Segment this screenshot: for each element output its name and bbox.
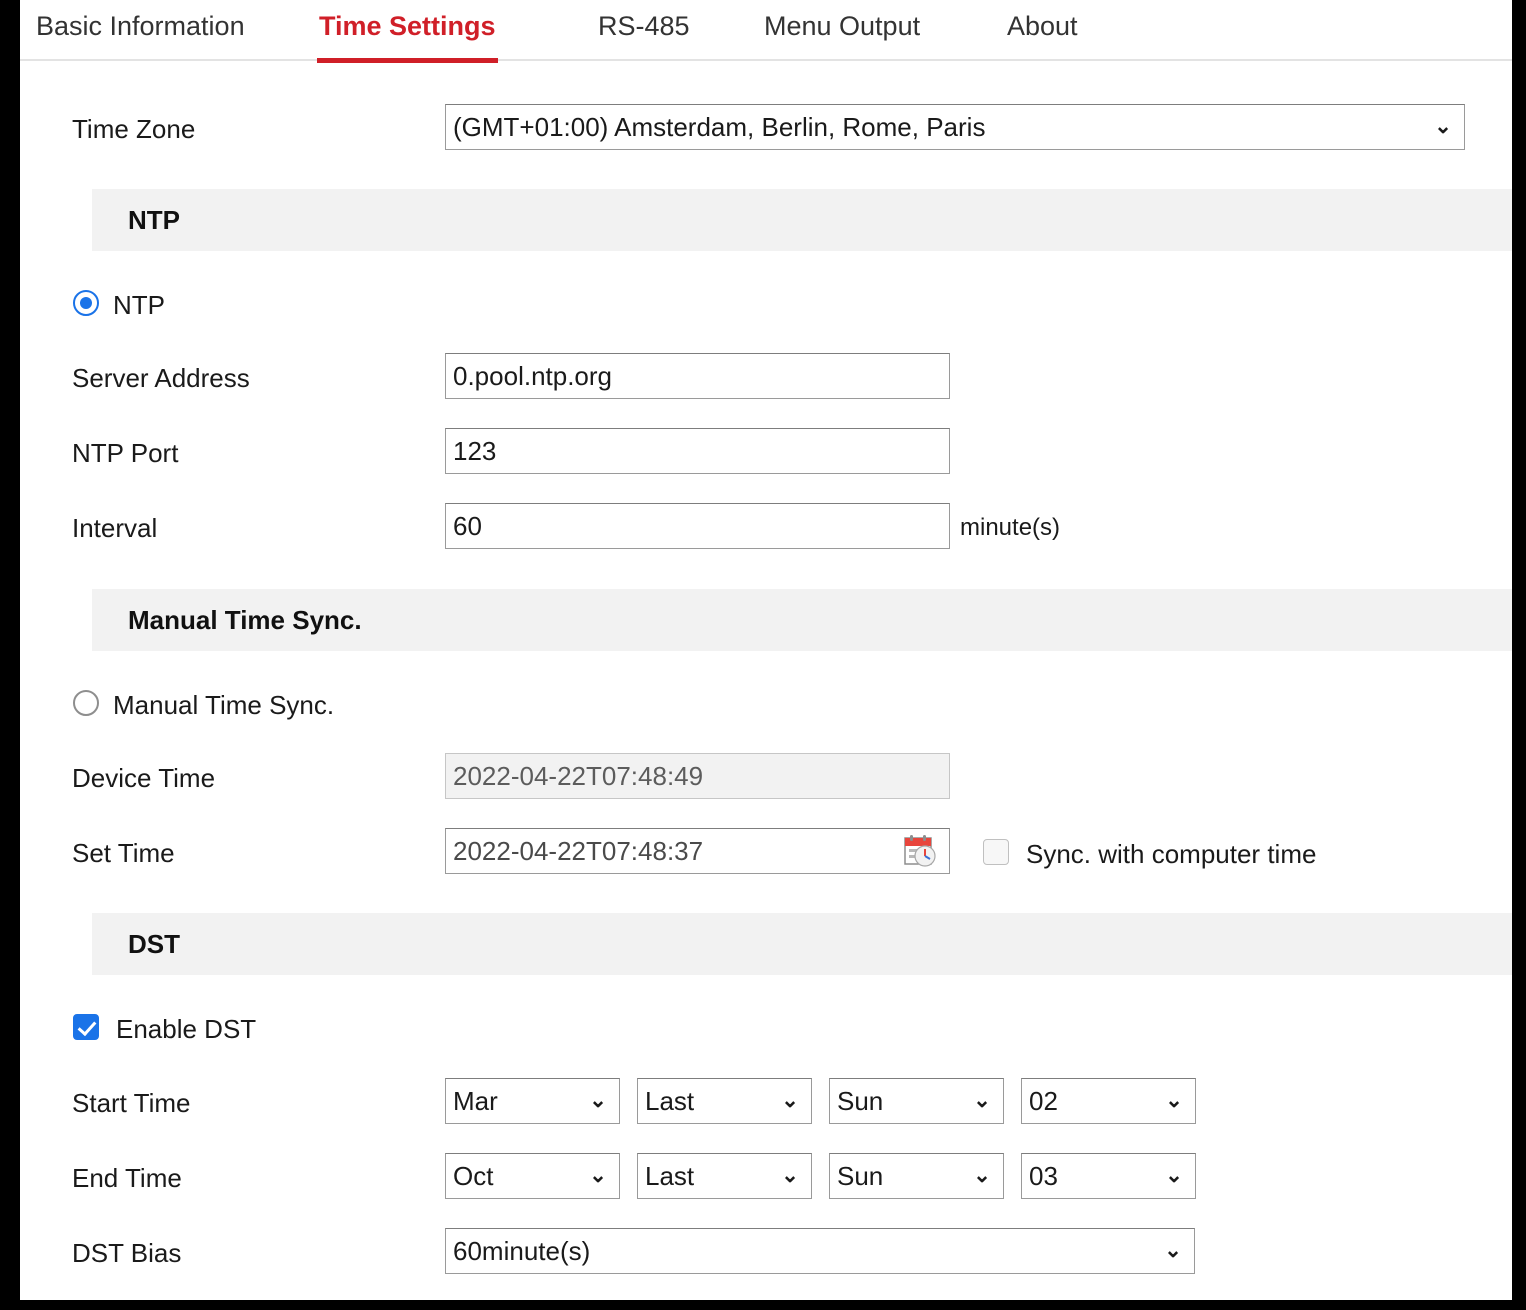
ntp-radio[interactable] bbox=[73, 290, 99, 316]
section-title: DST bbox=[128, 913, 180, 975]
end-time-hour-value: 03 bbox=[1029, 1161, 1058, 1191]
chevron-down-icon: ⌄ bbox=[779, 1079, 801, 1123]
section-header-ntp: NTP bbox=[92, 189, 1512, 251]
time-zone-select[interactable]: (GMT+01:00) Amsterdam, Berlin, Rome, Par… bbox=[445, 104, 1465, 150]
tab-rs-485[interactable]: RS-485 bbox=[594, 8, 694, 54]
dst-bias-value: 60minute(s) bbox=[453, 1236, 590, 1266]
end-time-day-select[interactable]: Sun ⌄ bbox=[829, 1153, 1004, 1199]
interval-row: Interval minute(s) bbox=[20, 503, 1512, 553]
tab-basic-information[interactable]: Basic Information bbox=[32, 8, 249, 54]
enable-dst-checkbox[interactable] bbox=[73, 1014, 99, 1040]
manual-sync-radio-row: Manual Time Sync. bbox=[20, 678, 1512, 728]
sync-with-computer-time-label: Sync. with computer time bbox=[1026, 839, 1316, 870]
time-zone-label: Time Zone bbox=[72, 104, 195, 154]
tab-label: About bbox=[1007, 11, 1078, 41]
tab-label: Menu Output bbox=[764, 11, 920, 41]
end-time-month-value: Oct bbox=[453, 1161, 493, 1191]
start-time-hour-value: 02 bbox=[1029, 1086, 1058, 1116]
interval-input[interactable] bbox=[445, 503, 950, 549]
device-time-label: Device Time bbox=[72, 753, 215, 803]
ntp-radio-label: NTP bbox=[113, 290, 165, 321]
start-time-hour-select[interactable]: 02 ⌄ bbox=[1021, 1078, 1196, 1124]
section-header-dst: DST bbox=[92, 913, 1512, 975]
start-time-label: Start Time bbox=[72, 1078, 190, 1128]
chevron-down-icon: ⌄ bbox=[587, 1154, 609, 1198]
end-time-week-value: Last bbox=[645, 1161, 694, 1191]
tab-label: RS-485 bbox=[598, 11, 690, 41]
tab-menu-output[interactable]: Menu Output bbox=[760, 8, 924, 54]
interval-label: Interval bbox=[72, 503, 157, 553]
chevron-down-icon: ⌄ bbox=[587, 1079, 609, 1123]
start-time-week-value: Last bbox=[645, 1086, 694, 1116]
ntp-port-row: NTP Port bbox=[20, 428, 1512, 478]
tab-about[interactable]: About bbox=[1003, 8, 1082, 54]
chevron-down-icon: ⌄ bbox=[779, 1154, 801, 1198]
start-time-day-select[interactable]: Sun ⌄ bbox=[829, 1078, 1004, 1124]
start-time-month-value: Mar bbox=[453, 1086, 498, 1116]
settings-page: Basic Information Time Settings RS-485 M… bbox=[20, 0, 1512, 1300]
chevron-down-icon: ⌄ bbox=[1432, 105, 1454, 149]
section-header-manual-time-sync: Manual Time Sync. bbox=[92, 589, 1512, 651]
end-time-label: End Time bbox=[72, 1153, 182, 1203]
end-time-day-value: Sun bbox=[837, 1161, 883, 1191]
device-time-input bbox=[445, 753, 950, 799]
ntp-port-label: NTP Port bbox=[72, 428, 178, 478]
server-address-label: Server Address bbox=[72, 353, 250, 403]
dst-bias-select[interactable]: 60minute(s) ⌄ bbox=[445, 1228, 1195, 1274]
dst-end-time-row: End Time Oct ⌄ Last ⌄ Sun ⌄ 03 ⌄ bbox=[20, 1153, 1512, 1203]
chevron-down-icon: ⌄ bbox=[1163, 1154, 1185, 1198]
start-time-day-value: Sun bbox=[837, 1086, 883, 1116]
manual-time-sync-radio-label: Manual Time Sync. bbox=[113, 690, 334, 721]
manual-time-sync-radio[interactable] bbox=[73, 690, 99, 716]
set-time-input[interactable] bbox=[445, 828, 950, 874]
ntp-radio-row: NTP bbox=[20, 278, 1512, 328]
end-time-month-select[interactable]: Oct ⌄ bbox=[445, 1153, 620, 1199]
chevron-down-icon: ⌄ bbox=[1163, 1079, 1185, 1123]
ntp-port-input[interactable] bbox=[445, 428, 950, 474]
dst-start-time-row: Start Time Mar ⌄ Last ⌄ Sun ⌄ 02 ⌄ bbox=[20, 1078, 1512, 1128]
dst-bias-row: DST Bias 60minute(s) ⌄ bbox=[20, 1228, 1512, 1278]
section-title: NTP bbox=[128, 189, 180, 251]
device-time-row: Device Time bbox=[20, 753, 1512, 803]
server-address-row: Server Address bbox=[20, 353, 1512, 403]
chevron-down-icon: ⌄ bbox=[971, 1079, 993, 1123]
enable-dst-row: Enable DST bbox=[20, 1003, 1512, 1053]
set-time-label: Set Time bbox=[72, 828, 175, 878]
section-title: Manual Time Sync. bbox=[128, 589, 362, 651]
time-zone-row: Time Zone (GMT+01:00) Amsterdam, Berlin,… bbox=[20, 104, 1512, 154]
tab-time-settings[interactable]: Time Settings bbox=[315, 8, 500, 54]
end-time-hour-select[interactable]: 03 ⌄ bbox=[1021, 1153, 1196, 1199]
dst-bias-label: DST Bias bbox=[72, 1228, 181, 1278]
tab-bar: Basic Information Time Settings RS-485 M… bbox=[20, 0, 1512, 61]
time-zone-value: (GMT+01:00) Amsterdam, Berlin, Rome, Par… bbox=[453, 112, 985, 142]
tab-label: Time Settings bbox=[319, 11, 496, 41]
start-time-month-select[interactable]: Mar ⌄ bbox=[445, 1078, 620, 1124]
server-address-input[interactable] bbox=[445, 353, 950, 399]
sync-with-computer-time-checkbox[interactable] bbox=[983, 839, 1009, 865]
set-time-row: Set Time Sync. with computer time bbox=[20, 828, 1512, 878]
chevron-down-icon: ⌄ bbox=[1162, 1229, 1184, 1273]
chevron-down-icon: ⌄ bbox=[971, 1154, 993, 1198]
calendar-clock-icon[interactable] bbox=[903, 834, 937, 868]
interval-unit-label: minute(s) bbox=[960, 503, 1060, 553]
end-time-week-select[interactable]: Last ⌄ bbox=[637, 1153, 812, 1199]
screenshot-root: Basic Information Time Settings RS-485 M… bbox=[0, 0, 1526, 1310]
enable-dst-label: Enable DST bbox=[116, 1014, 256, 1045]
tab-label: Basic Information bbox=[36, 11, 245, 41]
start-time-week-select[interactable]: Last ⌄ bbox=[637, 1078, 812, 1124]
